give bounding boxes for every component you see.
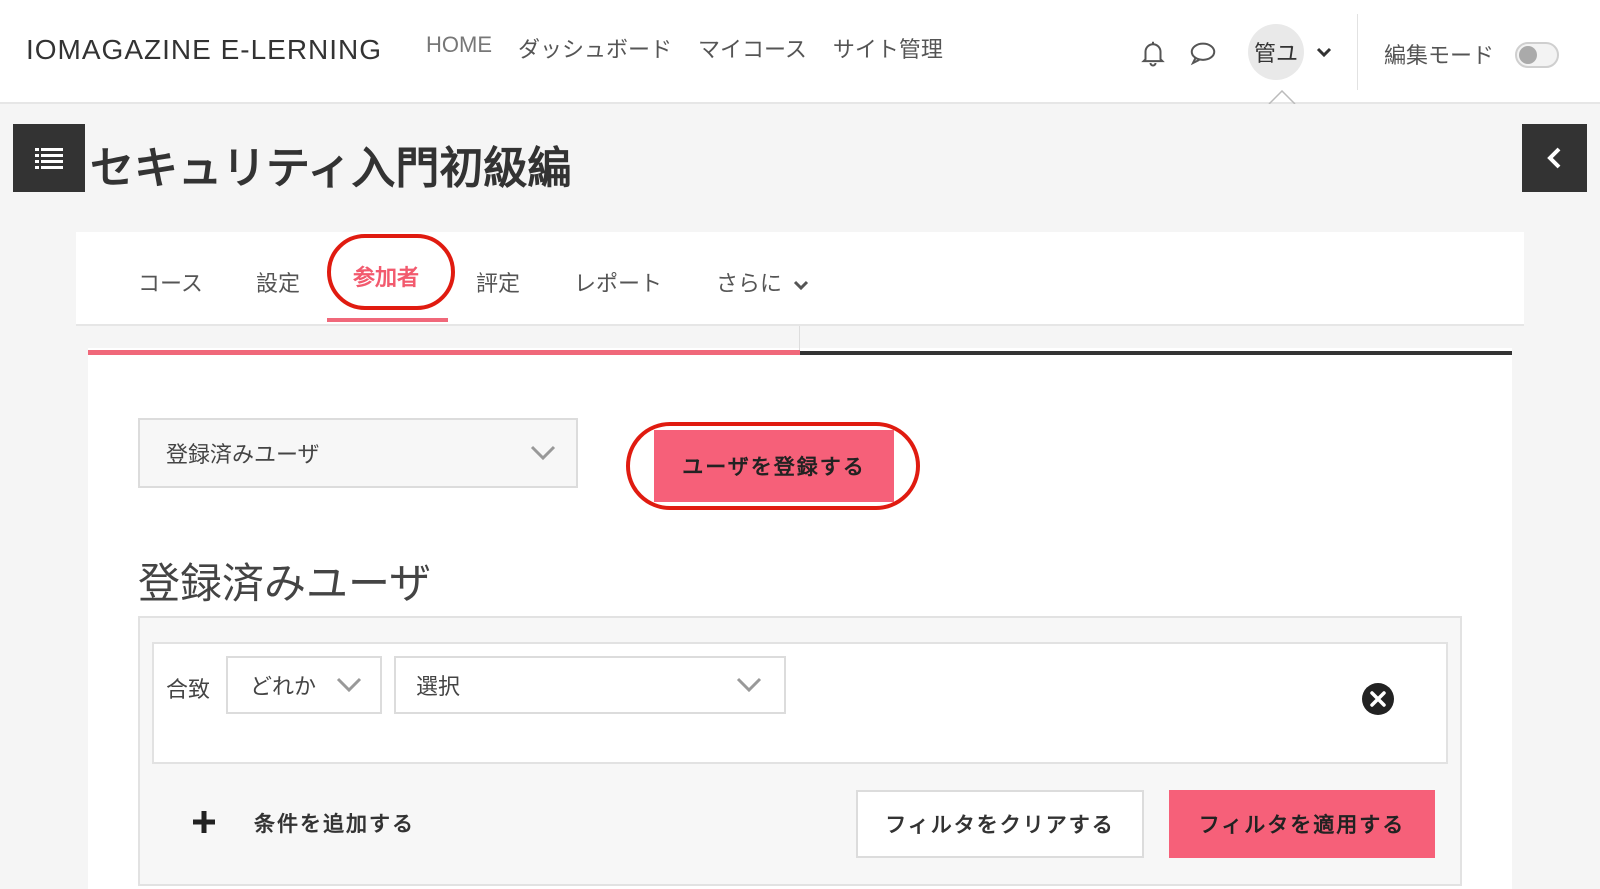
- course-secondary-nav: コース 設定 参加者 評定 レポート さらに: [76, 232, 1524, 326]
- chevron-down-icon: [530, 445, 556, 461]
- tab-more-label: さらに: [716, 272, 783, 297]
- chevron-down-icon: [793, 280, 809, 291]
- progress-bar-accent: [88, 350, 800, 355]
- apply-filters-button[interactable]: フィルタを適用する: [1169, 790, 1435, 858]
- enrol-users-button[interactable]: ユーザを登録する: [654, 430, 894, 502]
- caret-up-icon: [1268, 90, 1296, 104]
- nav-divider: [1357, 14, 1358, 90]
- edit-mode-label: 編集モード: [1384, 44, 1495, 69]
- primary-nav: HOME ダッシュボード マイコース サイト管理: [426, 32, 943, 64]
- nav-home[interactable]: HOME: [426, 32, 492, 64]
- participants-view-value: 登録済みユーザ: [166, 443, 320, 468]
- active-tab-underline: [327, 318, 448, 322]
- chevron-down-icon[interactable]: [1314, 42, 1334, 62]
- divider-tick: [799, 326, 800, 350]
- chevron-down-icon: [336, 677, 362, 693]
- site-brand[interactable]: IOMAGAZINE E-LERNING: [26, 34, 382, 66]
- clear-filters-button[interactable]: フィルタをクリアする: [856, 790, 1144, 858]
- top-navbar: IOMAGAZINE E-LERNING HOME ダッシュボード マイコース …: [0, 0, 1600, 104]
- nav-site-admin[interactable]: サイト管理: [833, 32, 943, 64]
- progress-bar-dark: [800, 351, 1512, 355]
- toggle-knob: [1519, 46, 1537, 64]
- tab-settings[interactable]: 設定: [256, 266, 300, 298]
- chevron-left-icon: [1546, 147, 1560, 169]
- plus-icon[interactable]: [192, 810, 216, 834]
- tab-reports[interactable]: レポート: [574, 266, 662, 298]
- edit-mode-toggle[interactable]: [1515, 42, 1559, 68]
- match-type-select[interactable]: どれか: [226, 656, 382, 714]
- participants-view-select[interactable]: 登録済みユーザ: [138, 418, 578, 488]
- section-heading: 登録済みユーザ: [138, 559, 432, 608]
- block-drawer-button[interactable]: [1522, 124, 1587, 192]
- match-label: 合致: [166, 678, 211, 703]
- page-title: セキュリティ入門初級編: [90, 143, 572, 194]
- chat-icon[interactable]: [1188, 38, 1218, 68]
- chevron-down-icon: [736, 677, 762, 693]
- tab-course[interactable]: コース: [138, 266, 203, 298]
- bell-icon[interactable]: [1138, 38, 1168, 68]
- match-type-value: どれか: [250, 675, 317, 700]
- highlight-circle-participants: [327, 234, 455, 310]
- add-condition-link[interactable]: 条件を追加する: [254, 808, 415, 838]
- remove-row-icon[interactable]: [1361, 682, 1395, 716]
- tab-grades[interactable]: 評定: [476, 266, 520, 298]
- filter-type-value: 選択: [416, 675, 461, 700]
- nav-my-courses[interactable]: マイコース: [698, 32, 807, 64]
- course-index-drawer-button[interactable]: [13, 124, 85, 192]
- list-icon: [35, 148, 63, 169]
- filter-type-select[interactable]: 選択: [394, 656, 786, 714]
- nav-dashboard[interactable]: ダッシュボード: [518, 32, 672, 64]
- user-avatar[interactable]: 管ユ: [1248, 24, 1304, 80]
- tab-more[interactable]: さらに: [716, 266, 809, 298]
